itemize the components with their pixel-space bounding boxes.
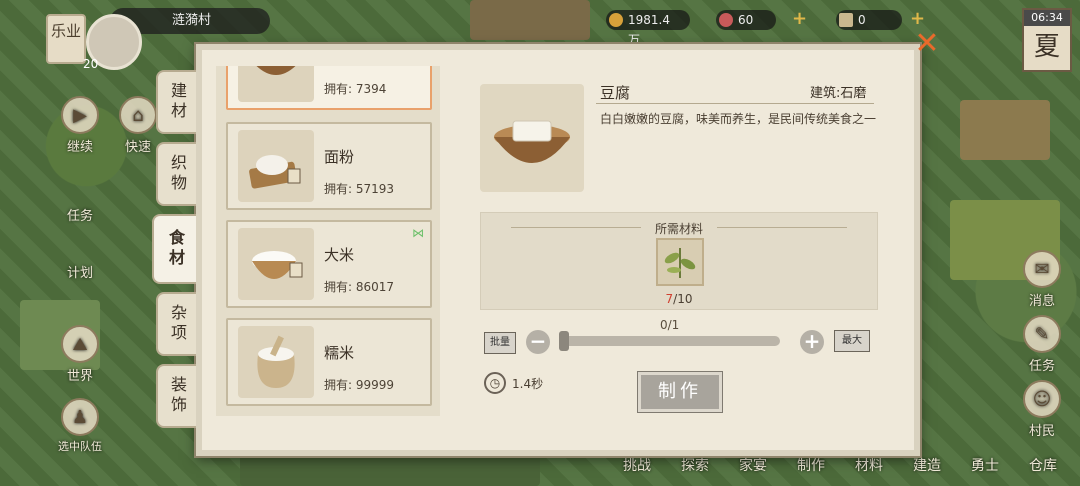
bottom-nav-warriors[interactable]: 勇士 [960,455,1010,475]
item-owned: 拥有: 86017 [324,280,395,294]
item-name: 糯米 [324,344,355,362]
item-owned: 拥有: 7394 [324,82,387,96]
continue-label: 继续 [66,140,93,155]
gems-counter: 60 [716,10,776,30]
slider-handle[interactable] [559,331,569,351]
rice-basket-icon [238,228,314,300]
material-need: /10 [673,292,693,306]
continue-button[interactable]: ▶ 继续 [56,96,104,155]
batch-button[interactable]: 批量 [484,332,516,354]
max-button[interactable]: 最大 [834,330,870,352]
craft-button[interactable]: 制作 [638,372,722,412]
bottom-nav-feast[interactable]: 家宴 [728,455,778,475]
bottom-nav-build[interactable]: 建造 [902,455,952,475]
title-divider [596,103,874,104]
flour-icon [238,130,314,202]
item-name: 面粉 [324,148,355,166]
villager-button[interactable]: ☺ 村民 [1018,380,1066,439]
new-flag-icon: ⋈ [412,226,424,240]
season-label: 夏 [1033,32,1060,62]
message-label: 消息 [1028,294,1055,309]
list-item[interactable]: 面粉 拥有: 57193 [226,122,432,210]
bottom-nav-explore[interactable]: 探索 [670,455,720,475]
quantity-slider[interactable] [559,331,780,351]
player-level: 20 [83,57,99,71]
item-owned: 拥有: 99999 [324,378,395,392]
world-button[interactable]: ⛰ 世界 [56,325,104,384]
plan-side-label: 计划 [66,266,93,281]
add-gems-button[interactable]: + [792,8,807,29]
task-icon: ✎ [1023,315,1061,353]
tab-fabrics[interactable]: 织物 [156,142,196,206]
plus-button[interactable]: + [800,330,824,354]
team-button[interactable]: ♟ 选中队伍 [48,398,112,454]
player-avatar[interactable]: 20 [83,14,142,71]
season-clock[interactable]: 06:34 夏 [1022,8,1072,72]
gem-icon [719,13,733,27]
bottom-nav-challenge[interactable]: 挑战 [612,455,662,475]
house-icon: ⌂ [119,96,157,134]
left-nav: ▶ 继续 任务 计划 ⛰ 世界 ♟ 选中队伍 [48,96,112,454]
close-icon[interactable]: ✕ [913,29,941,59]
item-name: 大米 [324,246,355,264]
glutinous-rice-sack-icon [238,326,314,398]
craft-time-value: 1.4秒 [512,376,544,391]
required-materials-title: 所需材料 [654,222,703,236]
task-side-label: 任务 [66,209,93,224]
soybean-plant-icon[interactable] [656,238,704,286]
plan-side-button[interactable]: 计划 [56,262,104,281]
ingredient-list[interactable]: 拥有: 7394 面粉 拥有: 57193 大米 拥有: 86017 ⋈ 糯米 … [216,66,440,416]
list-item[interactable]: 糯米 拥有: 99999 [226,318,432,406]
task-label: 任务 [1028,359,1055,374]
item-owned: 拥有: 57193 [324,182,395,196]
game-time: 06:34 [1024,10,1070,26]
tofu-bowl-icon [238,66,314,102]
quick-button[interactable]: ⌂ 快速 [114,96,162,155]
item-description: 白白嫩嫩的豆腐，味美而养生，是民间传统美食之一 [600,112,877,126]
leye-button[interactable]: 乐业 [46,14,86,64]
category-tabs: 建材 织物 食材 杂项 装饰 [152,70,196,428]
tab-ingredients[interactable]: 食材 [152,214,196,284]
right-nav: ✉ 消息 ✎ 任务 ☺ 村民 [1018,250,1066,439]
tickets-counter: 0 [836,10,902,30]
leye-label: 乐业 [50,22,81,40]
required-building: 建筑:石磨 [810,86,867,101]
villager-icon: ☺ [1023,380,1061,418]
bottom-nav: 挑战 探索 家宴 制作 材料 建造 勇士 仓库 [612,455,1068,475]
message-button[interactable]: ✉ 消息 [1018,250,1066,309]
team-label: 选中队伍 [58,440,102,453]
message-icon: ✉ [1023,250,1061,288]
gems-value: 60 [738,13,754,27]
tab-decorations[interactable]: 装饰 [156,364,196,428]
ticket-icon [839,13,853,27]
bottom-nav-craft[interactable]: 制作 [786,455,836,475]
play-icon: ▶ [61,96,99,134]
coins-counter: 1981.4万 [606,10,690,47]
tab-building-materials[interactable]: 建材 [156,70,196,134]
material-have: 7 [665,292,674,306]
task-side-button[interactable]: 任务 [56,205,104,224]
tickets-value: 0 [858,13,866,27]
material-count: 7/10 [481,292,877,306]
tofu-icon [480,84,584,192]
coin-icon [609,13,623,27]
item-title: 豆腐 [600,84,631,102]
required-materials-panel: 所需材料 7/10 [480,212,878,310]
minus-button[interactable]: − [526,330,550,354]
craft-time: ◷ 1.4秒 [484,372,543,394]
world-icon: ⛰ [61,325,99,363]
bottom-nav-materials[interactable]: 材料 [844,455,894,475]
bottom-nav-warehouse[interactable]: 仓库 [1018,455,1068,475]
task-button[interactable]: ✎ 任务 [1018,315,1066,374]
clock-icon: ◷ [484,372,506,394]
villager-label: 村民 [1028,424,1055,439]
list-item[interactable]: 拥有: 7394 [226,66,432,110]
craft-quantity: 0/1 [660,318,680,332]
list-item[interactable]: 大米 拥有: 86017 ⋈ [226,220,432,308]
team-icon: ♟ [61,398,99,436]
tab-misc[interactable]: 杂项 [156,292,196,356]
quick-label: 快速 [124,140,151,155]
village-name: 涟漪村 [172,13,212,28]
world-label: 世界 [66,369,93,384]
